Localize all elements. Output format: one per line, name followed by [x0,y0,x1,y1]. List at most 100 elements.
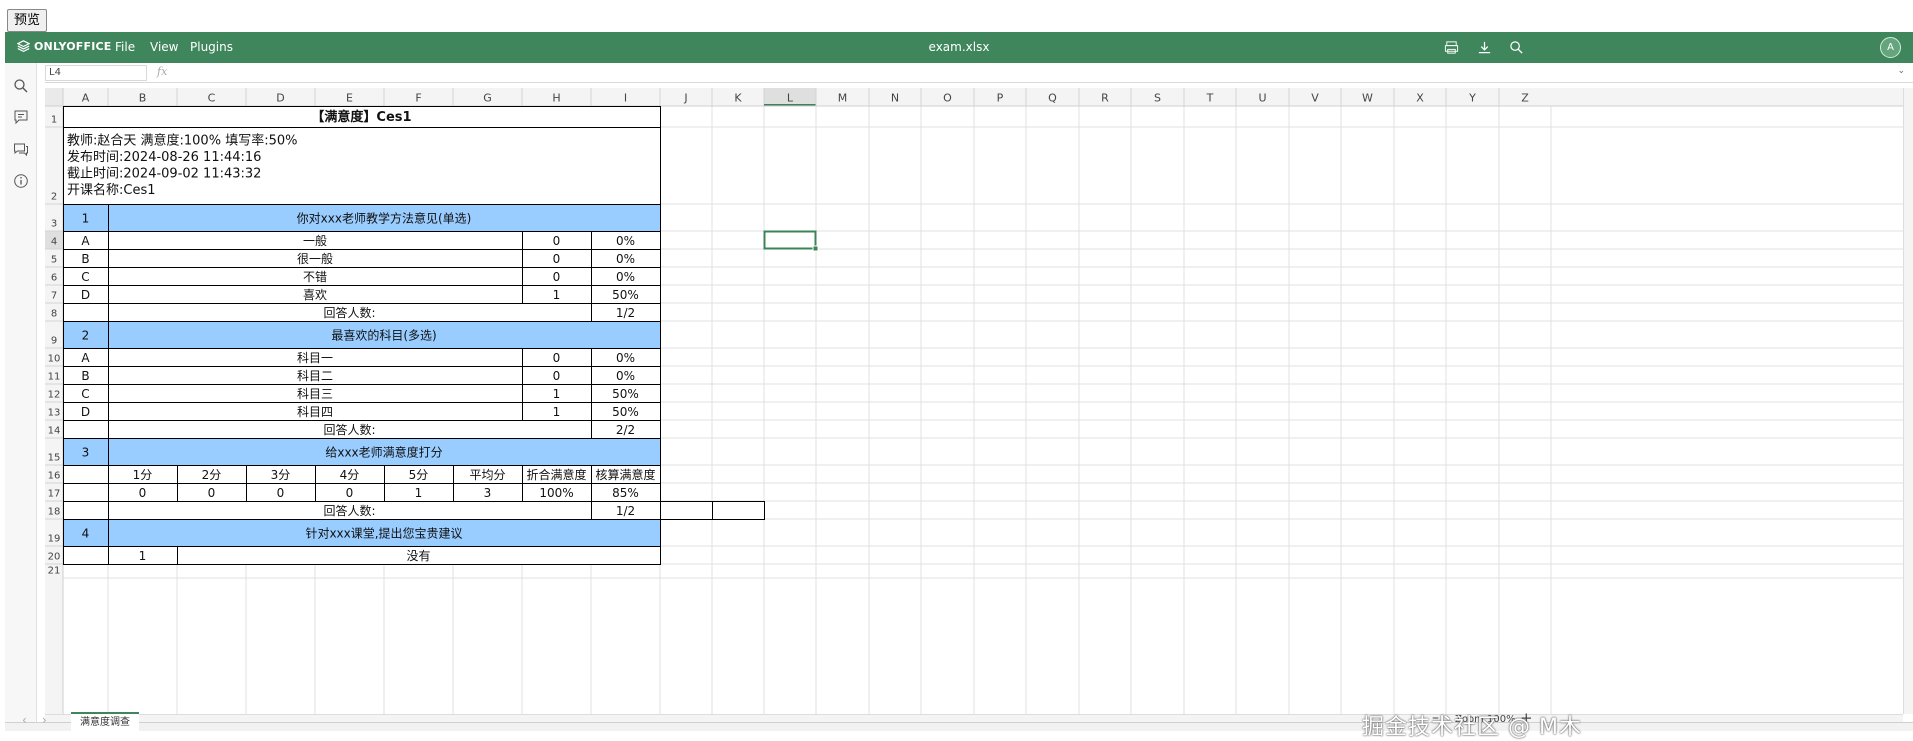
empty-cell[interactable] [63,303,109,322]
column-header-o: O [943,92,952,105]
option-count: 0 [553,351,561,365]
empty-cell[interactable] [63,420,109,439]
empty-cell[interactable] [63,501,109,520]
score-header: 3分 [271,468,291,482]
question-number: 4 [82,527,90,541]
search-icon[interactable] [13,78,29,94]
option-percent: 0% [616,351,635,365]
option-count: 1 [553,405,561,419]
info-icon[interactable] [13,173,29,189]
preview-button[interactable]: 预览 [7,9,48,32]
column-header-t: T [1206,92,1214,105]
download-icon[interactable] [1475,38,1493,56]
column-header-b: B [139,92,147,105]
row-header-15: 15 [48,453,61,464]
row-header-3: 3 [51,219,57,230]
suggestion-index: 1 [139,549,147,563]
option-count: 0 [553,270,561,284]
fill-handle[interactable] [812,245,819,252]
option-text: 不错 [303,270,327,284]
option-key: C [81,270,89,284]
question-title: 你对xxx老师教学方法意见(单选) [297,211,472,226]
column-header-i: I [624,92,627,105]
question-title: 针对xxx课堂,提出您宝贵建议 [305,526,462,541]
score-value: 0 [208,486,216,500]
chevron-left-icon[interactable]: ‹ [22,713,27,727]
comments-icon[interactable] [13,109,29,125]
row-header-19: 19 [48,534,61,545]
score-header: 2分 [202,468,222,482]
info-line: 发布时间:2024-08-26 11:44:16 [67,149,261,165]
option-percent: 50% [612,387,639,401]
option-key: A [81,351,90,365]
chevron-right-icon[interactable]: › [42,713,47,727]
answer-count-label: 回答人数: [323,305,375,320]
question-number: 2 [82,329,90,343]
option-key: D [81,288,90,302]
score-header: 平均分 [469,468,505,482]
vertical-scrollbar[interactable] [1903,88,1913,714]
row-header-4: 4 [51,237,57,248]
suggestion-text: 没有 [406,548,430,563]
score-value: 100% [539,486,573,500]
option-count: 1 [553,387,561,401]
chevron-down-icon[interactable]: ⌄ [1897,66,1905,76]
column-header-v: V [1311,92,1319,105]
empty-cell[interactable] [712,501,765,520]
empty-cell[interactable] [63,546,109,565]
empty-cell[interactable] [63,465,109,484]
option-key: B [81,252,89,266]
option-percent: 50% [612,288,639,302]
print-icon[interactable] [1442,38,1460,56]
answer-count-label: 回答人数: [323,422,375,437]
chat-icon[interactable] [13,141,29,157]
column-header-f: F [415,92,421,105]
formula-bar: L4 fx ⌄ [45,63,1913,83]
column-header-w: W [1362,92,1373,105]
column-header-x: X [1416,92,1424,105]
row-header-21: 21 [48,566,61,577]
score-header: 5分 [409,468,429,482]
row-header-1: 1 [51,115,57,126]
sheet-tab[interactable]: 满意度调查 [71,712,139,731]
option-key: D [81,405,90,419]
question-number: 3 [82,446,90,460]
row-header-18: 18 [48,507,61,518]
search-icon[interactable] [1507,38,1525,56]
info-line: 截止时间:2024-09-02 11:43:32 [67,167,261,182]
row-header-13: 13 [48,408,61,419]
score-header: 1分 [133,468,153,482]
row-header-5: 5 [51,255,57,266]
spreadsheet-grid[interactable]: A B C D E F G H I J K L M N O P Q R S T U V W X Y Z 1 2 3 4 5 6 7 8 9 10 11 1… [45,88,1903,714]
option-percent: 0% [616,369,635,383]
grid-canvas[interactable]: A B C D E F G H I J K L M N O P Q R S T U V W X Y Z12345678910111… [45,88,1903,714]
score-value: 0 [346,486,354,500]
onlyoffice-editor: ONLYOFFICE File View Plugins exam.xlsx A… [5,32,1913,740]
horizontal-scrollbar[interactable] [45,714,1903,722]
column-header-q: Q [1048,92,1057,105]
info-line: 教师:赵合天 满意度:100% 填写率:50% [67,133,297,149]
sheet-tab-bar [5,722,1913,731]
column-header-m: M [838,92,848,105]
function-icon[interactable]: fx [157,65,167,78]
question-title: 给xxx老师满意度打分 [325,445,442,460]
row-header-9: 9 [51,336,57,347]
select-all-corner[interactable] [45,88,63,106]
score-header: 折合满意度 [526,467,586,482]
column-header-d: D [276,92,284,105]
option-key: A [81,234,90,248]
row-header-8: 8 [51,309,57,320]
option-percent: 0% [616,234,635,248]
question-number: 1 [82,212,90,226]
answer-count-value: 1/2 [616,504,635,518]
user-avatar[interactable]: A [1880,37,1901,58]
name-box[interactable]: L4 [45,65,147,81]
option-text: 科目四 [297,405,333,419]
empty-cell[interactable] [63,483,109,502]
row-header-17: 17 [48,489,61,500]
score-value: 85% [612,486,639,500]
column-header-h: H [552,92,560,105]
option-text: 科目一 [297,351,333,365]
column-header-n: N [891,92,899,105]
empty-cell[interactable] [660,501,713,520]
